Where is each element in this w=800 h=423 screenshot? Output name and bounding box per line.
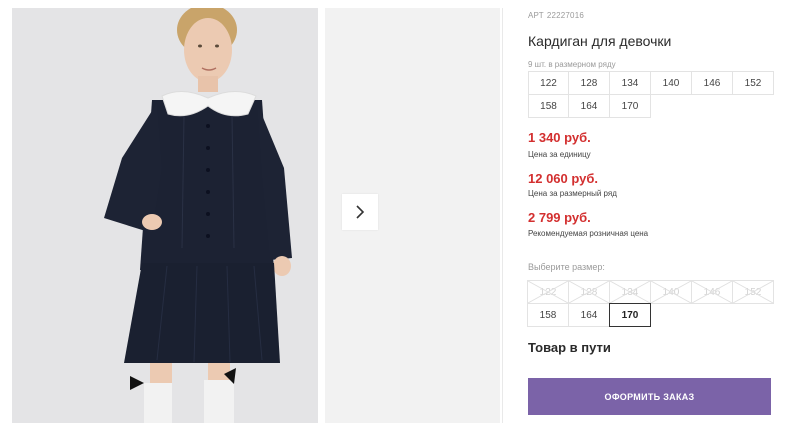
next-image-button[interactable] (342, 194, 378, 230)
size-row-cell: 140 (650, 71, 692, 95)
size-row-cell: 152 (732, 71, 774, 95)
product-photo[interactable] (12, 8, 318, 423)
size-selector: 122 128 134 140 146 152 (527, 280, 775, 304)
size-row-table-2: 158 164 170 (528, 94, 652, 118)
size-row-cell: 146 (691, 71, 733, 95)
retail-price: 2 799 руб. (528, 210, 591, 225)
availability-status: Товар в пути (528, 340, 611, 355)
size-option: 140 (650, 280, 692, 304)
size-option[interactable]: 158 (527, 303, 569, 327)
series-price: 12 060 руб. (528, 171, 599, 186)
size-option-label: 170 (621, 309, 639, 321)
size-option[interactable]: 164 (568, 303, 610, 327)
article-number: АРТ 22227016 (528, 11, 584, 20)
unit-price: 1 340 руб. (528, 130, 591, 145)
size-row-cell: 128 (568, 71, 610, 95)
size-row-cell: 158 (528, 94, 569, 118)
article-label: АРТ (528, 11, 544, 20)
size-option: 152 (732, 280, 774, 304)
size-option: 122 (527, 280, 569, 304)
size-option: 134 (609, 280, 651, 304)
gallery-divider (502, 8, 503, 423)
size-row-cell: 122 (528, 71, 569, 95)
size-option-selected[interactable]: 170 (609, 303, 651, 327)
article-value: 22227016 (546, 11, 585, 20)
size-option-label: 158 (539, 309, 557, 321)
size-option-label: 164 (580, 309, 598, 321)
size-row-table: 122 128 134 140 146 152 (528, 71, 775, 95)
place-order-button[interactable]: ОФОРМИТЬ ЗАКАЗ (528, 378, 771, 415)
series-price-note: Цена за размерный ряд (528, 189, 617, 198)
product-gallery (0, 0, 505, 423)
pack-note: 9 шт. в размерном ряду (528, 60, 616, 69)
size-selector-2: 158 164 170 (527, 303, 652, 327)
size-row-cell: 164 (568, 94, 610, 118)
girl-cardigan-photo (12, 8, 318, 423)
choose-size-label: Выберите размер: (528, 262, 605, 272)
unit-price-note: Цена за единицу (528, 150, 591, 159)
chevron-right-icon (356, 205, 365, 219)
size-row-cell: 170 (609, 94, 651, 118)
retail-price-note: Рекомендуемая розничная цена (528, 229, 649, 238)
size-option: 128 (568, 280, 610, 304)
size-row-cell: 134 (609, 71, 651, 95)
size-option: 146 (691, 280, 733, 304)
product-title: Кардиган для девочки (528, 33, 672, 49)
